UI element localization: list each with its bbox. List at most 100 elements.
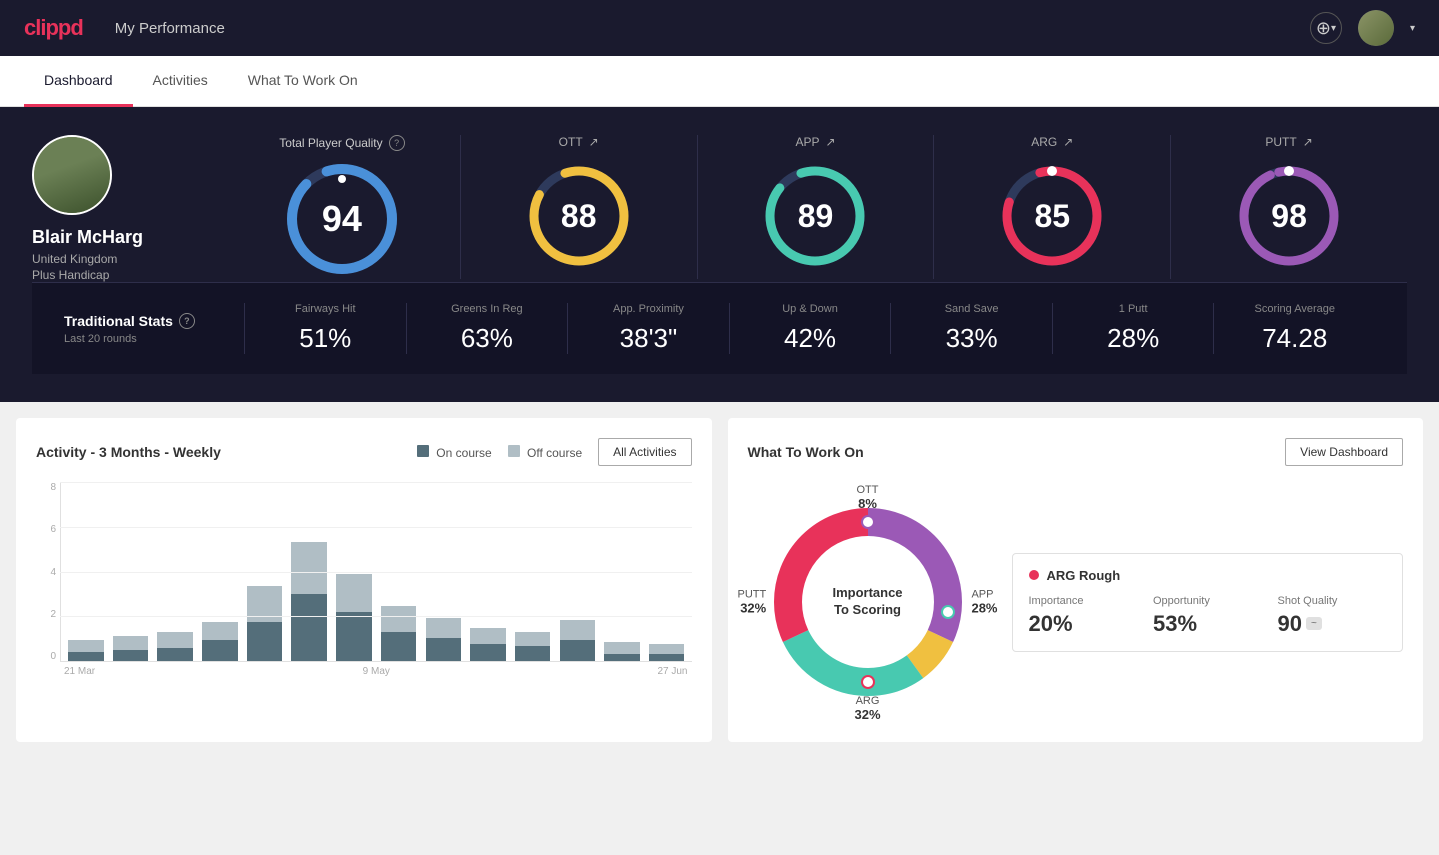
arg-label: ARG bbox=[1031, 135, 1057, 149]
help-icon[interactable]: ? bbox=[389, 135, 405, 151]
bar-on-course bbox=[113, 650, 148, 662]
tab-what-to-work-on[interactable]: What To Work On bbox=[228, 56, 378, 107]
bar-group bbox=[199, 482, 241, 662]
bar-off-course bbox=[649, 644, 684, 654]
bar-off-course bbox=[291, 542, 326, 594]
header-title: My Performance bbox=[115, 20, 1310, 37]
player-info: Blair McHarg United Kingdom Plus Handica… bbox=[32, 135, 192, 282]
arg-arrow-icon: ↗ bbox=[1063, 135, 1073, 149]
x-label-jun: 27 Jun bbox=[657, 666, 687, 677]
bar-on-course bbox=[68, 652, 103, 662]
total-quality-label: Total Player Quality bbox=[279, 136, 382, 150]
info-metrics: Importance 20% Opportunity 53% bbox=[1029, 595, 1387, 637]
bar-on-course bbox=[604, 654, 639, 662]
work-on-content: ImportanceTo Scoring OTT 8% APP 28% ARG … bbox=[748, 482, 1404, 722]
label-putt: PUTT 32% bbox=[738, 589, 767, 616]
player-handicap: Plus Handicap bbox=[32, 268, 192, 282]
header-actions: ⊕ ▾ ▾ bbox=[1310, 10, 1415, 46]
x-label-mar: 21 Mar bbox=[64, 666, 95, 677]
work-on-title: What To Work On bbox=[748, 444, 864, 460]
add-button[interactable]: ⊕ ▾ bbox=[1310, 12, 1342, 44]
metric-ott: OTT ↗ 88 bbox=[460, 135, 697, 279]
info-dot-icon bbox=[1029, 570, 1039, 580]
gauge-total: 94 bbox=[282, 159, 402, 279]
x-label-may: 9 May bbox=[363, 666, 390, 677]
bar-off-course bbox=[113, 636, 148, 650]
ott-value: 88 bbox=[561, 198, 597, 235]
header: clippd My Performance ⊕ ▾ ▾ bbox=[0, 0, 1439, 56]
bar-group bbox=[422, 482, 464, 662]
player-section: Blair McHarg United Kingdom Plus Handica… bbox=[32, 135, 1407, 282]
stat-scoring-avg: Scoring Average 74.28 bbox=[1213, 303, 1375, 354]
trad-label-section: Traditional Stats ? Last 20 rounds bbox=[64, 313, 244, 345]
bar-group bbox=[646, 482, 688, 662]
trad-stats-title: Traditional Stats ? bbox=[64, 313, 244, 329]
bar-group bbox=[244, 482, 286, 662]
label-app: APP 28% bbox=[971, 589, 997, 616]
bar-chart: 8 6 4 2 0 bbox=[36, 482, 692, 702]
bar-group bbox=[65, 482, 107, 662]
app-arrow-icon: ↗ bbox=[825, 135, 835, 149]
bar-off-course bbox=[202, 622, 237, 640]
stat-fairways-hit: Fairways Hit 51% bbox=[244, 303, 406, 354]
bar-on-course bbox=[336, 612, 371, 662]
bar-off-course bbox=[426, 618, 461, 638]
bar-off-course bbox=[381, 606, 416, 632]
bars-container bbox=[60, 482, 692, 662]
traditional-stats-section: Traditional Stats ? Last 20 rounds Fairw… bbox=[32, 282, 1407, 374]
info-shot-quality: Shot Quality 90 ~ bbox=[1278, 595, 1387, 637]
bar-on-course bbox=[291, 594, 326, 662]
legend-off-course: Off course bbox=[508, 445, 582, 460]
putt-value: 98 bbox=[1271, 198, 1307, 235]
stat-up-down: Up & Down 42% bbox=[729, 303, 891, 354]
trad-stats-subtitle: Last 20 rounds bbox=[64, 333, 244, 345]
nav-tabs: Dashboard Activities What To Work On bbox=[0, 56, 1439, 107]
putt-arrow-icon: ↗ bbox=[1303, 135, 1313, 149]
user-avatar[interactable] bbox=[1358, 10, 1394, 46]
stat-sand-save: Sand Save 33% bbox=[890, 303, 1052, 354]
info-importance: Importance 20% bbox=[1029, 595, 1138, 637]
plus-icon: ⊕ bbox=[1316, 18, 1331, 39]
bar-on-course bbox=[560, 640, 595, 662]
chevron-down-icon: ▾ bbox=[1410, 23, 1415, 34]
all-activities-button[interactable]: All Activities bbox=[598, 438, 691, 466]
activity-card-header: Activity - 3 Months - Weekly On course O… bbox=[36, 438, 692, 466]
arg-value: 85 bbox=[1034, 198, 1070, 235]
chart-area: 21 Mar 9 May 27 Jun bbox=[60, 482, 692, 682]
bar-off-course bbox=[470, 628, 505, 644]
donut-center-text: ImportanceTo Scoring bbox=[832, 585, 902, 619]
info-opportunity: Opportunity 53% bbox=[1153, 595, 1262, 637]
view-dashboard-button[interactable]: View Dashboard bbox=[1285, 438, 1403, 466]
dashboard-panel: Blair McHarg United Kingdom Plus Handica… bbox=[0, 107, 1439, 402]
tab-activities[interactable]: Activities bbox=[133, 56, 228, 107]
legend-on-course: On course bbox=[417, 445, 492, 460]
bar-group bbox=[378, 482, 420, 662]
bar-off-course bbox=[560, 620, 595, 640]
bar-on-course bbox=[202, 640, 237, 662]
bar-group bbox=[556, 482, 598, 662]
bottom-section: Activity - 3 Months - Weekly On course O… bbox=[0, 402, 1439, 758]
bar-off-course bbox=[157, 632, 192, 648]
stat-greens-in-reg: Greens In Reg 63% bbox=[406, 303, 568, 354]
metric-arg: ARG ↗ 85 bbox=[933, 135, 1170, 279]
bar-group bbox=[288, 482, 330, 662]
activity-chart-title: Activity - 3 Months - Weekly bbox=[36, 444, 221, 460]
gauge-app: 89 bbox=[760, 161, 870, 271]
work-on-card: What To Work On View Dashboard bbox=[728, 418, 1424, 742]
player-name: Blair McHarg bbox=[32, 227, 192, 248]
tab-dashboard[interactable]: Dashboard bbox=[24, 56, 133, 107]
metric-app: APP ↗ 89 bbox=[697, 135, 934, 279]
stat-1-putt: 1 Putt 28% bbox=[1052, 303, 1214, 354]
bar-group bbox=[467, 482, 509, 662]
metric-putt: PUTT ↗ 98 bbox=[1170, 135, 1407, 279]
label-ott: OTT 8% bbox=[857, 484, 879, 511]
bar-group bbox=[154, 482, 196, 662]
y-axis: 8 6 4 2 0 bbox=[36, 482, 60, 682]
bar-off-course bbox=[68, 640, 103, 652]
player-country: United Kingdom bbox=[32, 252, 192, 266]
bar-group bbox=[512, 482, 554, 662]
logo: clippd bbox=[24, 15, 83, 41]
work-on-header: What To Work On View Dashboard bbox=[748, 438, 1404, 466]
trad-help-icon[interactable]: ? bbox=[179, 313, 195, 329]
stat-app-proximity: App. Proximity 38'3" bbox=[567, 303, 729, 354]
